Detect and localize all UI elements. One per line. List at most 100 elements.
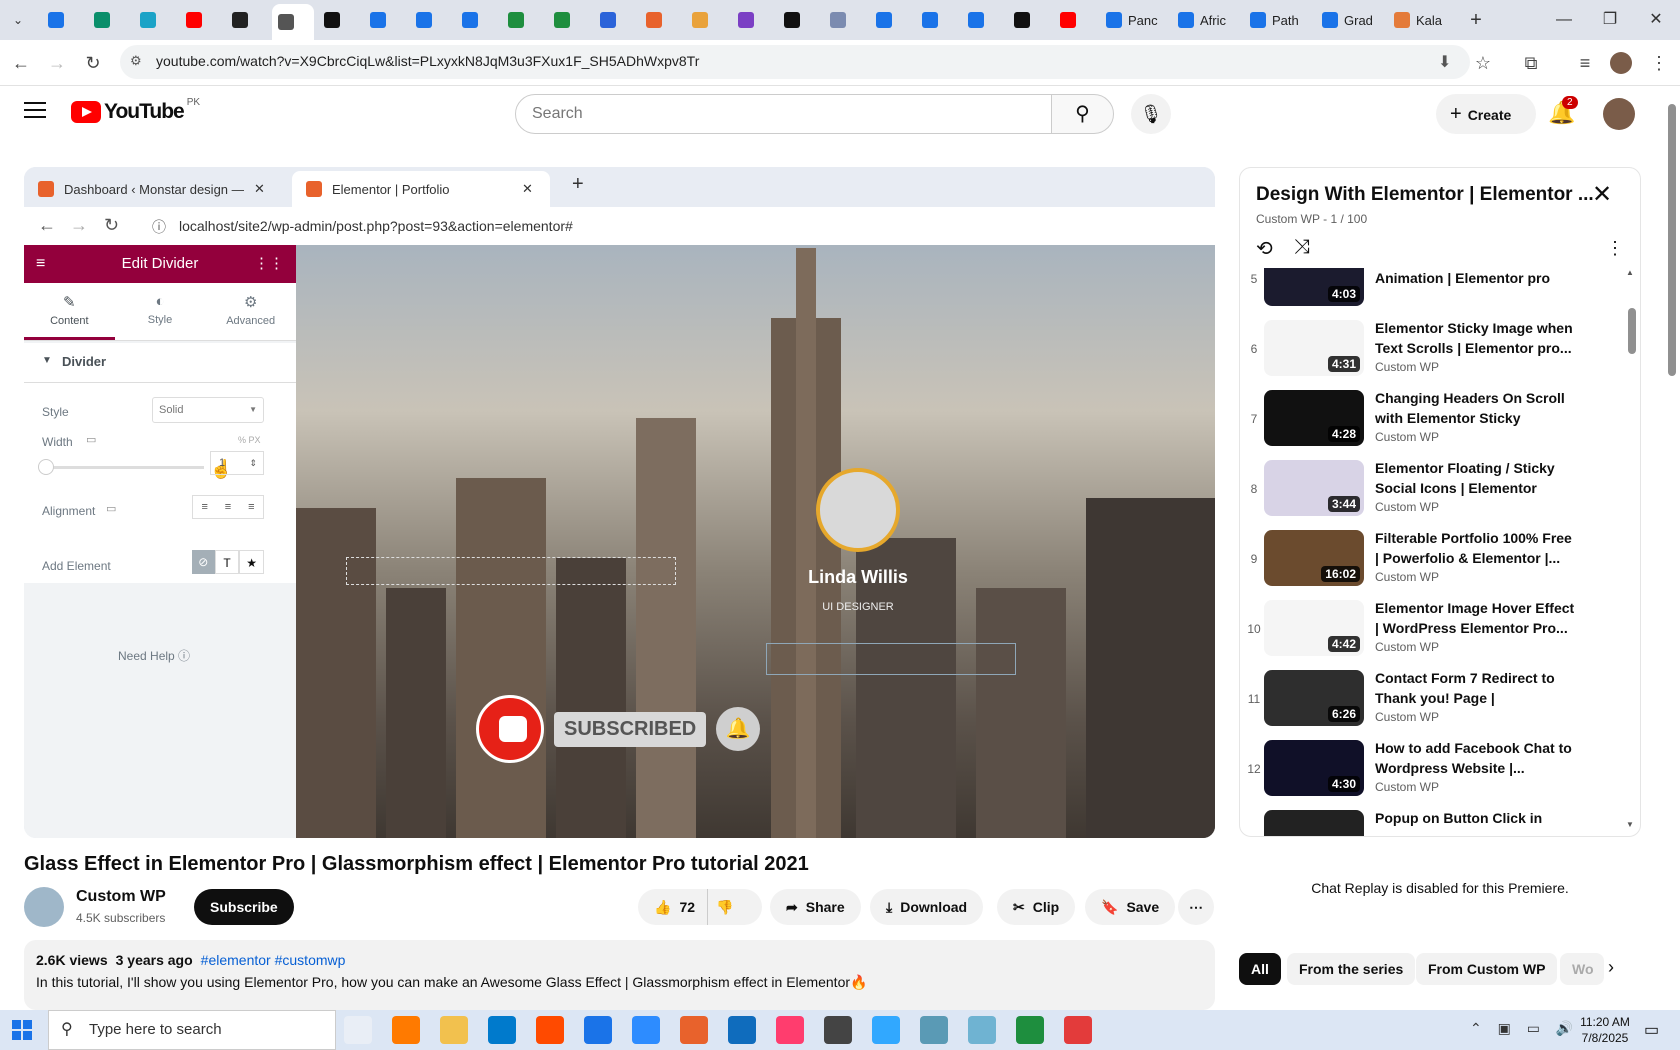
site-info-icon[interactable]: ⚙: [130, 53, 142, 69]
browser-tab[interactable]: Afric: [1172, 6, 1240, 34]
photoshop-icon[interactable]: [872, 1016, 900, 1044]
browser-tab[interactable]: [548, 6, 590, 34]
download-button[interactable]: ⤓ Download: [870, 889, 984, 925]
playlist-title[interactable]: Design With Elementor | Elementor ...: [1256, 184, 1594, 206]
task-view-icon[interactable]: [344, 1016, 372, 1044]
browser-tab[interactable]: [1054, 6, 1096, 34]
playlist-item[interactable]: 8 3:44 Elementor Floating / Sticky Social …: [1240, 458, 1630, 528]
reload-button[interactable]: ↻: [80, 50, 106, 76]
browser-tab[interactable]: Panc: [1100, 6, 1168, 34]
browser-tab[interactable]: [456, 6, 498, 34]
create-button[interactable]: + Create: [1436, 94, 1536, 134]
playlist-item[interactable]: 12 4:30 How to add Facebook Chat to Wordpr…: [1240, 738, 1630, 808]
youtube-logo[interactable]: YouTube PK: [71, 97, 200, 124]
tab-search-button[interactable]: ⌄: [8, 10, 28, 30]
scroll-down-icon[interactable]: ▼: [1626, 820, 1634, 829]
close-playlist-icon[interactable]: ✕: [1592, 180, 1612, 209]
browser-tab[interactable]: [88, 6, 130, 34]
back-button[interactable]: ←: [8, 50, 34, 76]
browser-tab[interactable]: [916, 6, 958, 34]
chip-from-channel[interactable]: From Custom WP: [1416, 953, 1558, 985]
profile-avatar[interactable]: [1610, 52, 1632, 74]
playlist-item[interactable]: 9 16:02 Filterable Portfolio 100% Free | P…: [1240, 528, 1630, 598]
app-icon[interactable]: [920, 1016, 948, 1044]
browser-tab[interactable]: [686, 6, 728, 34]
chip-all[interactable]: All: [1239, 953, 1281, 985]
description-box[interactable]: 2.6K views 3 years ago #elementor #custo…: [24, 940, 1215, 1010]
chrome-icon[interactable]: [584, 1016, 612, 1044]
firefox-icon[interactable]: [392, 1016, 420, 1044]
chip-more[interactable]: Wo: [1560, 953, 1604, 985]
browser-tab[interactable]: [870, 6, 912, 34]
scroll-up-icon[interactable]: ▲: [1626, 268, 1634, 277]
subscribe-button[interactable]: Subscribe: [194, 889, 294, 925]
clock[interactable]: 11:20 AM 7/8/2025: [1570, 1014, 1640, 1046]
chrome-menu-icon[interactable]: ⋮: [1646, 50, 1672, 76]
close-window-button[interactable]: ✕: [1638, 8, 1674, 32]
browser-tab[interactable]: Path: [1244, 6, 1312, 34]
browser-tab[interactable]: [42, 6, 84, 34]
browser-tab[interactable]: Kala: [1388, 6, 1456, 34]
excel-icon[interactable]: [1016, 1016, 1044, 1044]
playlist-item[interactable]: 5 4:03 Elementor Water Wave TEXT Animation…: [1240, 268, 1630, 318]
playlist-item[interactable]: 6 4:31 Elementor Sticky Image when Text Sc…: [1240, 318, 1630, 388]
hashtags[interactable]: #elementor #customwp: [201, 952, 346, 968]
creative-cloud-icon[interactable]: [776, 1016, 804, 1044]
zoom-icon[interactable]: [632, 1016, 660, 1044]
browser-tab[interactable]: [824, 6, 866, 34]
address-bar[interactable]: ⚙ youtube.com/watch?v=X9CbrcCiqLw&list=P…: [120, 45, 1470, 79]
browser-tab[interactable]: [226, 6, 268, 34]
shuffle-icon[interactable]: ⤨: [1294, 236, 1310, 259]
browser-tab[interactable]: [594, 6, 636, 34]
browser-tab[interactable]: [502, 6, 544, 34]
page-scrollbar[interactable]: [1668, 104, 1676, 376]
browser-tab[interactable]: [134, 6, 176, 34]
pen-tool-icon[interactable]: [824, 1016, 852, 1044]
search-input[interactable]: Search: [515, 94, 1052, 134]
thumbs-down-icon[interactable]: 👎: [716, 889, 733, 925]
media-control-icon[interactable]: ≡: [1572, 50, 1598, 76]
taskbar-search-input[interactable]: ⚲ Type here to search: [48, 1010, 336, 1050]
browser-tab[interactable]: [778, 6, 820, 34]
playlist-item[interactable]: 11 6:26 Contact Form 7 Redirect to Thank y…: [1240, 668, 1630, 738]
channel-avatar[interactable]: [24, 887, 64, 927]
playlist-item[interactable]: 7 4:28 Changing Headers On Scroll with Ele…: [1240, 388, 1630, 458]
more-actions-button[interactable]: ⋯: [1178, 889, 1214, 925]
browser-tab[interactable]: [410, 6, 452, 34]
save-button[interactable]: 🔖 Save: [1085, 889, 1176, 925]
chevron-right-icon[interactable]: ›: [1608, 957, 1614, 978]
outlook-icon[interactable]: [728, 1016, 756, 1044]
voice-search-icon[interactable]: 🎙: [1131, 94, 1171, 134]
video-player[interactable]: Dashboard ‹ Monstar design — W ✕ Element…: [24, 167, 1215, 838]
browser-tab[interactable]: [732, 6, 774, 34]
bookmark-star-icon[interactable]: ☆: [1470, 50, 1496, 76]
notepad-icon[interactable]: [968, 1016, 996, 1044]
extensions-icon[interactable]: ⧉: [1518, 50, 1544, 76]
browser-tab[interactable]: [364, 6, 406, 34]
windows-start-icon[interactable]: [12, 1020, 32, 1040]
forward-button[interactable]: →: [44, 50, 70, 76]
xampp-icon[interactable]: [680, 1016, 708, 1044]
chip-from-series[interactable]: From the series: [1287, 953, 1416, 985]
playlist-item[interactable]: Popup on Button Click in: [1240, 808, 1630, 836]
restore-button[interactable]: ❐: [1592, 8, 1628, 32]
like-button[interactable]: 👍 72 👎: [638, 889, 762, 925]
browser-tab[interactable]: [1008, 6, 1050, 34]
browser-tab[interactable]: [272, 4, 314, 40]
notifications-bell-icon[interactable]: 🔔 2: [1548, 96, 1578, 126]
clip-button[interactable]: ✂ Clip: [997, 889, 1076, 925]
system-tray-icons[interactable]: ⌃ ▣ ▭ 🔊: [1470, 1020, 1579, 1037]
notification-center-icon[interactable]: ▭: [1644, 1020, 1659, 1040]
vscode-icon[interactable]: [488, 1016, 516, 1044]
share-button[interactable]: ➦ Share: [770, 889, 861, 925]
scrollbar-thumb[interactable]: [1628, 308, 1636, 354]
playlist-item[interactable]: 10 4:42 Elementor Image Hover Effect | Wor…: [1240, 598, 1630, 668]
browser-tab[interactable]: [318, 6, 360, 34]
search-button[interactable]: ⚲: [1051, 94, 1114, 134]
loop-icon[interactable]: ⟲: [1256, 236, 1273, 261]
browser-tab[interactable]: [180, 6, 222, 34]
account-avatar[interactable]: [1603, 98, 1635, 130]
illustrator-icon[interactable]: [536, 1016, 564, 1044]
new-tab-button[interactable]: +: [1464, 8, 1488, 32]
hamburger-menu-icon[interactable]: [24, 102, 46, 120]
